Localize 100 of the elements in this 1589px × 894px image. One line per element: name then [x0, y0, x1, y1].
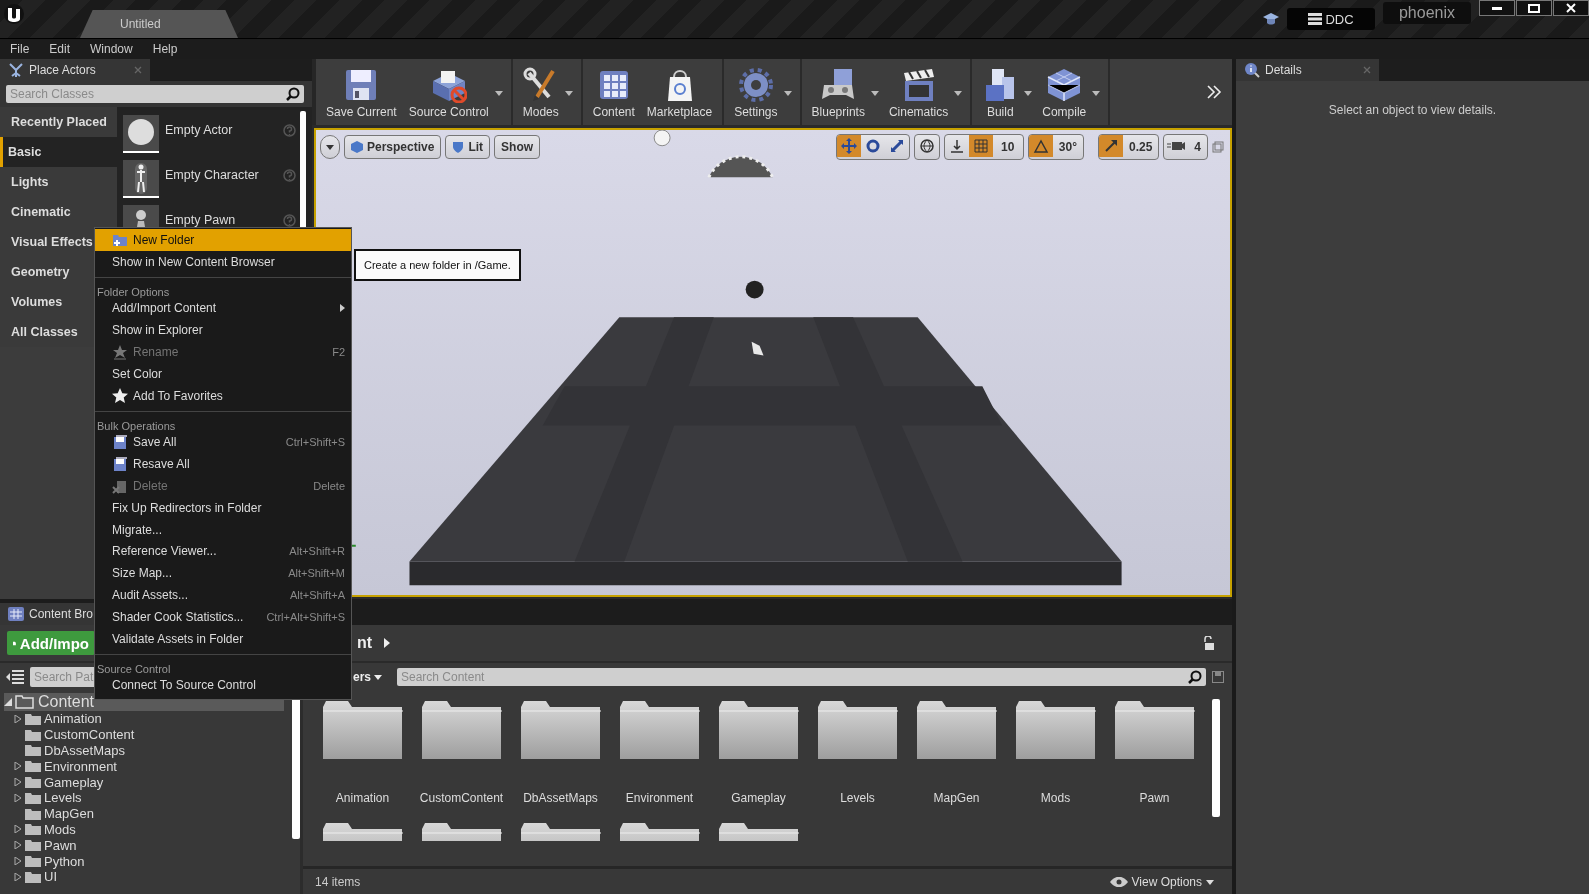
actor-item[interactable]: Empty Actor — [117, 111, 312, 156]
menu-item[interactable]: Add To Favorites — [95, 384, 351, 407]
scrollbar-thumb[interactable] — [1212, 699, 1220, 817]
search-field[interactable]: Search Classes — [6, 85, 304, 103]
folder-icon[interactable] — [617, 699, 702, 761]
menu-item[interactable]: Help — [142, 42, 188, 56]
caret-icon[interactable] — [564, 91, 573, 96]
menu-item[interactable]: Window — [80, 42, 143, 56]
folder-icon — [25, 728, 41, 741]
menu-item[interactable]: Audit Assets... Alt+Shift+A — [95, 584, 351, 606]
trash-icon — [112, 478, 128, 495]
expanded-arrow-icon[interactable] — [4, 698, 12, 706]
show-button[interactable]: Show — [494, 135, 541, 159]
folder-icon[interactable] — [1013, 699, 1098, 761]
move-icon[interactable] — [836, 135, 861, 157]
caret-icon[interactable] — [494, 91, 503, 96]
grid-snap-icon[interactable] — [968, 135, 993, 157]
toolbar-button[interactable]: Compile — [1038, 59, 1103, 125]
category-tab[interactable]: Basic — [0, 137, 117, 167]
folder-icon[interactable] — [815, 699, 900, 761]
toolbar-button[interactable]: Modes — [518, 59, 575, 125]
menu-item[interactable]: File — [0, 42, 40, 56]
view-mode-button[interactable]: Perspective — [344, 135, 442, 159]
menu-item[interactable]: Set Color — [95, 363, 351, 385]
toolbar-button[interactable]: Build — [978, 59, 1035, 125]
breadcrumb[interactable]: nt — [357, 634, 373, 652]
folder-icon[interactable] — [320, 821, 405, 841]
caret-icon[interactable] — [1092, 91, 1101, 96]
ddc-button[interactable]: DDC — [1287, 8, 1375, 30]
toolbar-button[interactable]: Content — [588, 59, 639, 125]
folder-icon — [25, 744, 41, 757]
folder-icon[interactable] — [320, 699, 405, 761]
actor-item[interactable]: Empty Character — [117, 156, 312, 201]
tree-row[interactable]: DbAssetMaps — [0, 742, 284, 759]
menu-item[interactable]: Fix Up Redirectors in Folder — [95, 496, 351, 519]
folder-icon[interactable] — [419, 821, 504, 841]
folder-icon[interactable] — [716, 699, 801, 761]
menu-item[interactable]: New Folder — [95, 229, 351, 251]
menu-item[interactable]: Size Map... Alt+Shift+M — [95, 562, 351, 585]
folder-name: Mods — [1040, 791, 1071, 805]
maximize-button[interactable] — [1516, 0, 1552, 16]
caret-icon[interactable] — [870, 91, 879, 96]
panel-tab[interactable]: Details — [1236, 59, 1379, 81]
collapsed-arrow-icon[interactable] — [14, 714, 22, 723]
tree-row[interactable]: Gameplay — [0, 774, 284, 790]
folder-icon[interactable] — [716, 821, 801, 841]
toolbar-button[interactable]: Cinematics — [884, 59, 965, 125]
add-import-button[interactable]: Add/Impo — [7, 631, 95, 655]
tree-row[interactable]: Environment — [0, 758, 284, 775]
folder-icon — [25, 807, 41, 820]
folder-icon[interactable] — [419, 699, 504, 761]
search-field[interactable]: Search Content — [397, 668, 1206, 686]
toolbar-button[interactable]: Blueprints — [807, 59, 881, 125]
lighting-button[interactable]: Lit — [445, 135, 491, 159]
tree-row[interactable]: Python — [0, 853, 284, 869]
item-count: 14 items — [315, 875, 361, 889]
eye-icon — [1109, 877, 1128, 887]
menu-item[interactable]: Resave All — [95, 453, 351, 476]
tree-row[interactable]: CustomContent — [0, 726, 284, 743]
tree-row[interactable]: Animation — [0, 711, 284, 727]
toolbar-button[interactable]: Save Current — [322, 59, 401, 125]
filters-dropdown[interactable]: ers — [353, 670, 397, 684]
folder-name: Animation — [44, 711, 102, 727]
panel-tab[interactable]: Place Actors — [0, 59, 150, 81]
tree-row[interactable]: Levels — [0, 790, 284, 806]
tree-row[interactable]: MapGen — [0, 805, 284, 822]
menu-item[interactable]: Validate Assets in Folder — [95, 627, 351, 650]
toolbar-button[interactable]: Source Control — [404, 59, 505, 125]
minimize-button[interactable] — [1479, 0, 1515, 16]
unlocked-icon[interactable] — [1202, 636, 1214, 650]
folder-icon[interactable] — [1112, 699, 1197, 761]
tree-row[interactable]: UI — [0, 868, 284, 885]
folder-icon[interactable] — [617, 821, 702, 841]
caret-icon[interactable] — [954, 91, 963, 96]
scale-snap-icon[interactable] — [1098, 135, 1123, 157]
list-icon[interactable] — [6, 670, 24, 684]
folder-icon[interactable] — [914, 699, 999, 761]
menu-item[interactable]: Reference Viewer... Alt+Shift+R — [95, 540, 351, 563]
chevron-right-icon[interactable] — [1206, 84, 1222, 100]
document-tab[interactable]: Untitled — [80, 10, 238, 38]
arrow-right-icon[interactable] — [384, 638, 391, 648]
menu-item[interactable]: Edit — [39, 42, 81, 56]
server-icon — [1308, 13, 1323, 25]
folder-icon[interactable] — [518, 699, 603, 761]
folder-icon[interactable] — [518, 821, 603, 841]
menu-item[interactable]: Migrate... — [95, 518, 351, 541]
folder-name: DbAssetMaps — [44, 743, 125, 758]
folder-name: Environment — [625, 791, 694, 805]
view-options-button[interactable]: View Options — [1103, 874, 1220, 890]
toolbar-button[interactable]: Settings — [730, 59, 794, 125]
close-button[interactable] — [1553, 0, 1589, 16]
tree-row[interactable]: Mods — [0, 821, 284, 838]
maximize-icon — [1528, 3, 1540, 13]
menu-item[interactable]: Save All Ctrl+Shift+S — [95, 431, 351, 454]
graduation-cap-icon[interactable] — [1263, 12, 1279, 26]
toolbar-button[interactable]: Marketplace — [642, 59, 717, 125]
caret-icon[interactable] — [783, 91, 792, 96]
caret-icon[interactable] — [1024, 91, 1033, 96]
tree-row[interactable]: Pawn — [0, 837, 284, 854]
angle-snap-icon[interactable] — [1028, 135, 1053, 157]
